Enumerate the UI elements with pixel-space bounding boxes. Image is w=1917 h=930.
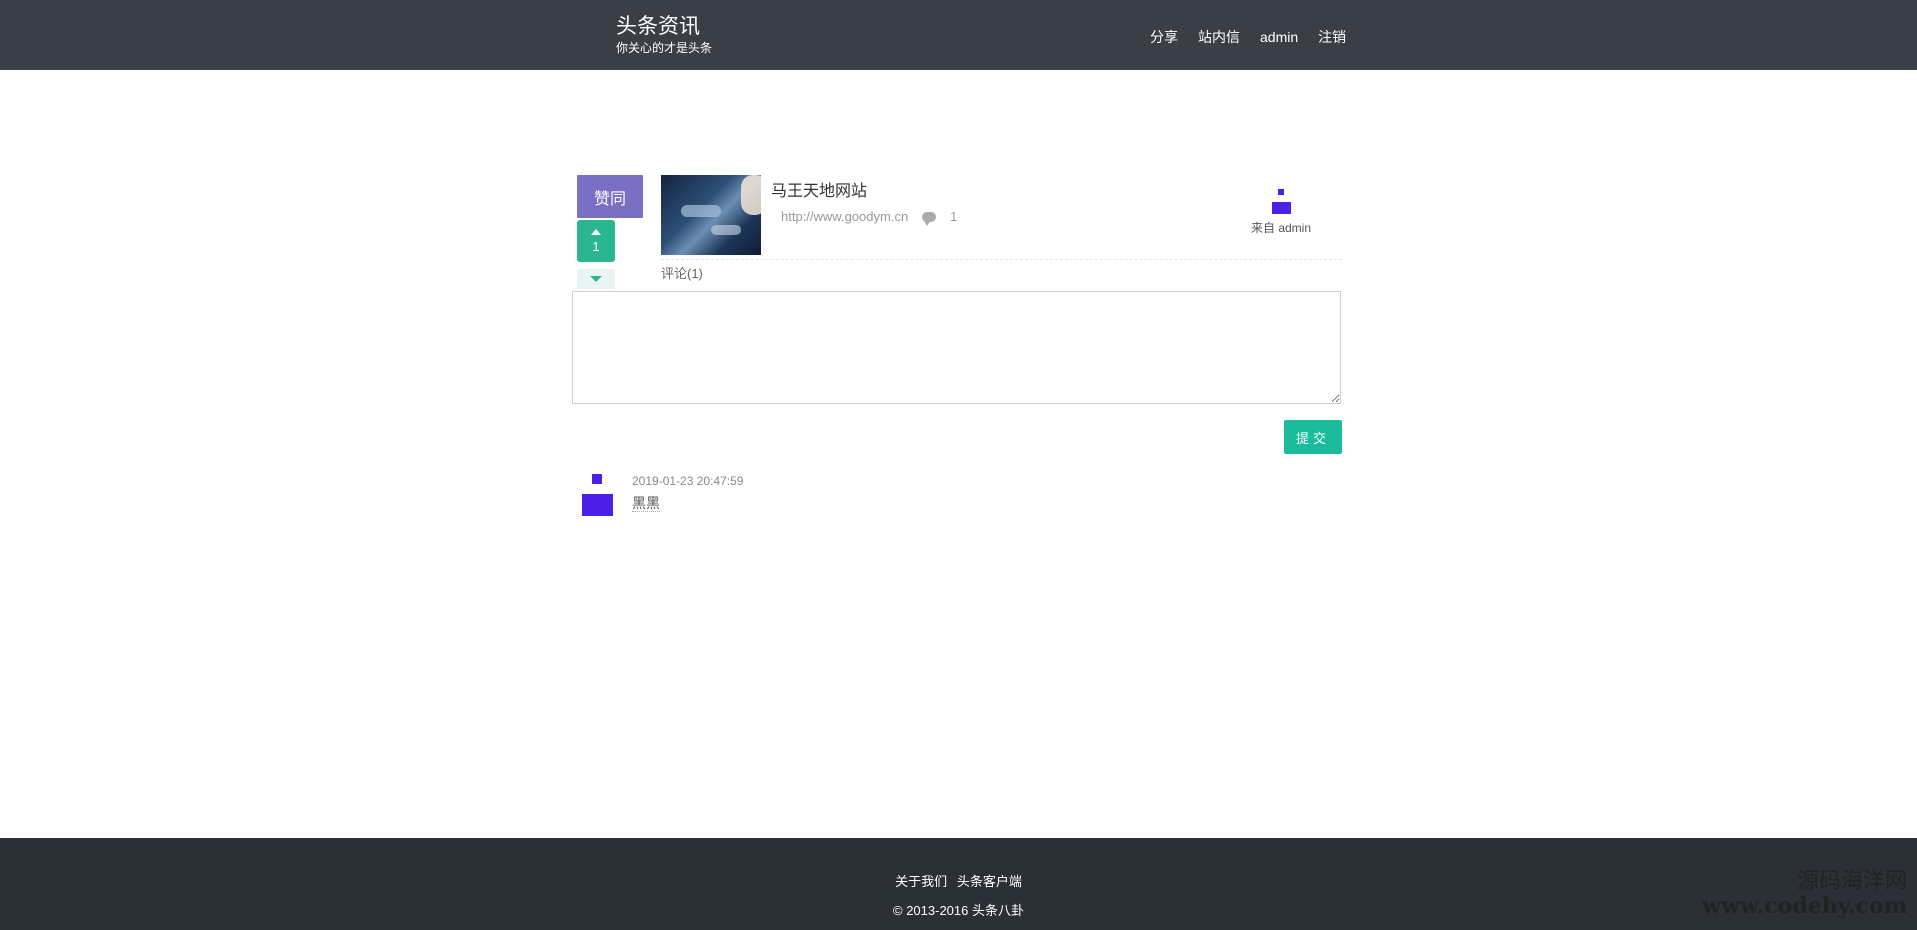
nav-logout[interactable]: 注销 [1318,28,1346,46]
avatar [1271,186,1291,214]
page: 头条资讯 你关心的才是头条 分享 站内信 admin 注销 赞同 1 马王天地网… [0,0,1917,930]
nav-user-admin[interactable]: admin [1260,28,1298,46]
footer: 关于我们 头条客户端 © 2013-2016 头条八卦 [0,838,1917,930]
news-thumbnail[interactable] [661,175,761,255]
site-subtitle: 你关心的才是头条 [616,41,713,55]
upvote-button[interactable]: 1 [577,220,615,262]
comment-textarea[interactable] [572,291,1341,404]
vote-count: 1 [592,238,600,254]
comment-date: 2019-01-23 20:47:59 [632,474,744,488]
copyright: © 2013-2016 头条八卦 [893,903,1024,918]
comment-bubble-icon [922,211,937,226]
nav-menu: 分享 站内信 admin 注销 [1150,28,1366,46]
caret-down-icon [590,276,602,282]
site-title: 头条资讯 [616,15,700,38]
author-prefix: 来自 [1250,221,1275,235]
watermark-line1: 源码海洋网 [1796,869,1907,894]
nav-messages[interactable]: 站内信 [1198,28,1240,46]
news-title[interactable]: 马王天地网站 [771,177,867,201]
comment-item: 2019-01-23 20:47:59 黑黑 [582,474,1282,534]
comments-heading: 评论(1) [661,266,703,281]
downvote-button[interactable] [577,269,615,289]
author-block[interactable]: 来自 admin [1245,186,1317,236]
footer-links: 关于我们 头条客户端 [0,871,1917,890]
watermark-line2: www.codehy.com [1702,893,1907,919]
brand[interactable]: 头条资讯 你关心的才是头条 [616,14,712,56]
news-meta: http://www.goodym.cn 1 [781,209,958,226]
author-name[interactable]: admin [1278,221,1311,235]
commenter-avatar[interactable] [582,474,613,516]
author-label: 来自 admin [1245,219,1317,236]
footer-link-about[interactable]: 关于我们 [895,874,947,889]
nav-share[interactable]: 分享 [1150,28,1178,46]
news-link[interactable]: http://www.goodym.cn [781,209,908,224]
submit-button[interactable]: 提交 [1284,420,1342,454]
like-button[interactable]: 赞同 [577,175,643,218]
comment-text: 黑黑 [632,495,660,512]
comment-count: 1 [950,209,958,224]
watermark: 源码海洋网 www.codehy.com [1687,869,1907,919]
divider [661,259,1342,260]
top-navbar: 头条资讯 你关心的才是头条 分享 站内信 admin 注销 [0,0,1917,70]
footer-link-client[interactable]: 头条客户端 [957,874,1022,889]
caret-up-icon [591,228,601,235]
